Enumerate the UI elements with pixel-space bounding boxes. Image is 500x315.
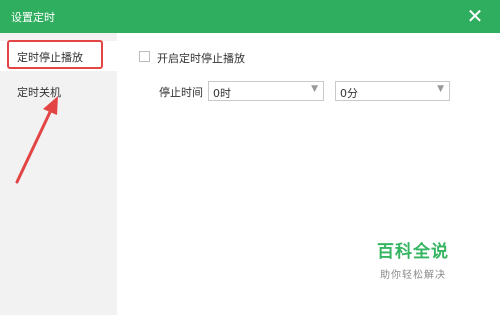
checkbox-label: 开启定时停止播放 [157, 52, 245, 65]
watermark-title: 百科全说 [377, 242, 449, 262]
chevron-down-icon: ▼ [437, 84, 444, 94]
hour-select-value: 0时 [213, 87, 231, 100]
watermark: 百科全说 助你轻松解决 [365, 237, 461, 281]
chevron-down-icon: ▼ [311, 84, 318, 94]
stop-time-label: 停止时间 [159, 86, 203, 99]
minute-select[interactable]: 0分 ▼ [335, 81, 450, 101]
watermark-subtitle: 助你轻松解决 [380, 270, 446, 281]
minute-select-value: 0分 [340, 87, 358, 100]
checkbox-box[interactable] [139, 51, 150, 62]
hour-select[interactable]: 0时 ▼ [208, 81, 324, 101]
